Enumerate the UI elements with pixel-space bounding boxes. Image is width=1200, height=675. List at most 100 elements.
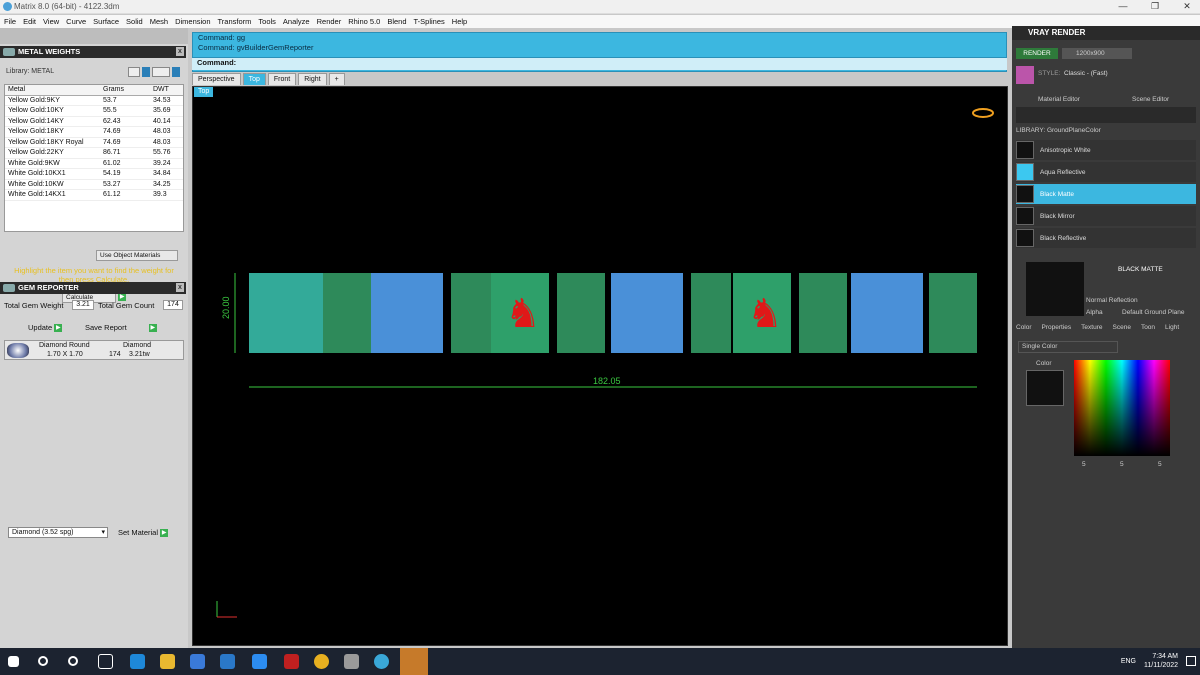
chrome-icon[interactable] (314, 654, 329, 669)
subtab-light[interactable]: Light (1165, 323, 1179, 333)
gem-row[interactable]: Diamond Round 1.70 X 1.70 Diamond 174 3.… (4, 340, 184, 360)
windows-start-icon[interactable] (8, 656, 19, 667)
rgb-g[interactable]: 5 (1120, 460, 1124, 470)
table-row[interactable]: Yellow Gold:22KY 86.71 55.76 (5, 148, 183, 159)
bracelet-drawing: ♞ ♞ 182.05 20.00 (216, 108, 994, 618)
save-report-button[interactable]: Save Report ▶ (85, 323, 157, 333)
command-input[interactable]: Command: (192, 57, 1007, 70)
viewport-tabs: Perspective Top Front Right + (192, 73, 345, 85)
viewport-top[interactable]: ♞ ♞ 182.05 20.00 (192, 86, 1008, 646)
table-row[interactable]: White Gold:9KW 61.02 39.24 (5, 159, 183, 169)
style-value[interactable]: Classic - (Fast) (1064, 70, 1108, 77)
info-icon[interactable] (142, 67, 150, 77)
table-row[interactable]: Yellow Gold:18KY 74.69 48.03 (5, 127, 183, 138)
table-row[interactable]: Yellow Gold:14KY 62.43 40.14 (5, 117, 183, 127)
table-row[interactable]: Yellow Gold:10KY 55.5 35.69 (5, 106, 183, 117)
notification-icon[interactable] (1186, 656, 1196, 666)
cortana-icon[interactable] (68, 656, 78, 666)
material-item[interactable]: Aqua Reflective (1016, 162, 1196, 182)
close-icon[interactable]: x (176, 47, 184, 56)
tray-lang[interactable]: ENG (1121, 657, 1136, 666)
viewport-label[interactable]: Top (194, 87, 214, 97)
render-button[interactable]: RENDER (1016, 48, 1058, 59)
material-select[interactable]: Diamond (3.52 spg) ▾ (8, 527, 108, 538)
subtab-toon[interactable]: Toon (1141, 323, 1155, 333)
tab-right[interactable]: Right (298, 73, 327, 85)
tab-top[interactable]: Top (242, 73, 266, 85)
menu-tools[interactable]: Tools (258, 15, 276, 28)
material-item[interactable]: Anisotropic White (1016, 140, 1196, 160)
menu-analyze[interactable]: Analyze (283, 15, 310, 28)
tray-date[interactable]: 11/11/2022 (1144, 661, 1178, 670)
table-row[interactable]: White Gold:10KX1 54.19 34.84 (5, 169, 183, 180)
matrix-icon[interactable] (374, 654, 389, 669)
rgb-r[interactable]: 5 (1082, 460, 1086, 470)
subtab-properties[interactable]: Properties (1042, 323, 1072, 333)
menu-solid[interactable]: Solid (126, 15, 143, 28)
total-weight-value: 3.21 (72, 300, 94, 310)
ground-select[interactable]: Default Ground Plane (1122, 308, 1185, 318)
file-explorer-icon[interactable] (160, 654, 175, 669)
menu-curve[interactable]: Curve (66, 15, 86, 28)
menu-surface[interactable]: Surface (93, 15, 119, 28)
material-item-selected[interactable]: Black Matte (1016, 184, 1196, 204)
tab-perspective[interactable]: Perspective (192, 73, 241, 85)
material-item[interactable]: Black Mirror (1016, 206, 1196, 226)
material-item[interactable]: Black Reflective (1016, 228, 1196, 248)
menu-dimension[interactable]: Dimension (175, 15, 210, 28)
menu-transform[interactable]: Transform (218, 15, 252, 28)
rgb-b[interactable]: 5 (1158, 460, 1162, 470)
set-material-button[interactable]: Set Material ▶ (118, 528, 169, 538)
zoom-icon[interactable] (252, 654, 267, 669)
subtab-scene[interactable]: Scene (1113, 323, 1131, 333)
maximize-button[interactable]: ❐ (1144, 1, 1166, 13)
menu-help[interactable]: Help (452, 15, 467, 28)
rhino-icon[interactable] (344, 654, 359, 669)
menu-view[interactable]: View (43, 15, 59, 28)
column-grams[interactable]: Grams (100, 85, 150, 95)
column-metal[interactable]: Metal (5, 85, 100, 95)
mail-icon[interactable] (220, 654, 235, 669)
menu-edit[interactable]: Edit (23, 15, 36, 28)
tab-front[interactable]: Front (267, 73, 297, 85)
menu-rhino[interactable]: Rhino 5.0 (348, 15, 380, 28)
use-object-materials[interactable]: Use Object Materials (96, 250, 178, 261)
minimize-button[interactable]: — (1112, 1, 1134, 13)
table-row[interactable]: White Gold:14KX1 61.12 39.3 (5, 190, 183, 201)
resolution-field[interactable]: 1200x900 (1062, 48, 1132, 59)
gumball-icon[interactable] (972, 108, 994, 118)
alpha-select[interactable]: Alpha (1086, 308, 1103, 318)
table-row[interactable]: Yellow Gold:18KY Royal 74.69 48.03 (5, 138, 183, 148)
menu-render[interactable]: Render (317, 15, 342, 28)
menu-tsplines[interactable]: T-Splines (414, 15, 445, 28)
info-icon-2[interactable] (172, 67, 180, 77)
user-toggle[interactable] (152, 67, 170, 77)
task-view-icon[interactable] (98, 654, 113, 669)
menu-mesh[interactable]: Mesh (150, 15, 168, 28)
subtab-texture[interactable]: Texture (1081, 323, 1102, 333)
app-icon-red[interactable] (284, 654, 299, 669)
column-dwt[interactable]: DWT (150, 85, 180, 95)
color-mode-select[interactable]: Single Color (1018, 341, 1118, 353)
search-icon[interactable] (38, 656, 48, 666)
edge-icon[interactable] (130, 654, 145, 669)
color-picker[interactable] (1074, 360, 1170, 456)
table-cell: 55.76 (153, 149, 171, 156)
tab-scene-editor[interactable]: Scene Editor (1132, 95, 1169, 105)
menu-file[interactable]: File (4, 15, 16, 28)
tab-add[interactable]: + (328, 73, 345, 85)
subtab-color[interactable]: Color (1016, 323, 1032, 333)
store-icon[interactable] (190, 654, 205, 669)
update-button[interactable]: Update ▶ (28, 323, 63, 333)
close-button[interactable]: ✕ (1176, 1, 1198, 13)
close-icon[interactable]: x (176, 283, 184, 292)
table-row[interactable]: White Gold:10KW 53.27 34.25 (5, 180, 183, 190)
tray-time[interactable]: 7:34 AM (1144, 652, 1178, 661)
reflection-select[interactable]: Normal Reflection (1086, 296, 1138, 306)
menu-blend[interactable]: Blend (387, 15, 406, 28)
gv-toggle[interactable] (128, 67, 140, 77)
active-app-icon[interactable] (400, 648, 428, 675)
table-row[interactable]: Yellow Gold:9KY 53.7 34.53 (5, 96, 183, 106)
tab-material-editor[interactable]: Material Editor (1038, 95, 1080, 105)
color-swatch[interactable] (1026, 370, 1064, 406)
